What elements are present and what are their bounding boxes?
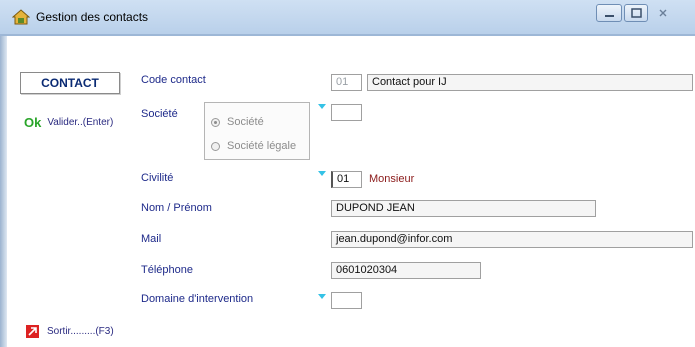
telephone-field[interactable]: 0601020304 (331, 262, 481, 279)
civilite-label: Civilité (141, 172, 174, 184)
radio-societe[interactable]: Société (211, 116, 264, 128)
maximize-icon (631, 8, 642, 18)
exit-label: Sortir.........(F3) (47, 326, 114, 337)
mail-field[interactable]: jean.dupond@infor.com (331, 231, 693, 248)
radio-societe-label: Société (227, 116, 264, 128)
radio-unselected-icon (211, 141, 220, 151)
nom-prenom-field[interactable]: DUPOND JEAN (331, 200, 596, 217)
validate-label: Valider..(Enter) (47, 117, 114, 128)
window-title: Gestion des contacts (36, 10, 149, 24)
domaine-label: Domaine d'intervention (141, 293, 254, 305)
domaine-code-field[interactable] (331, 292, 362, 309)
radio-societe-legale[interactable]: Société légale (211, 140, 296, 152)
societe-dropdown-arrow-icon[interactable] (318, 104, 326, 109)
ok-icon: Ok (24, 115, 42, 130)
mail-label: Mail (141, 233, 162, 245)
civilite-code-field[interactable]: 01 (331, 171, 362, 188)
code-contact-value-field[interactable]: Contact pour IJ (367, 74, 693, 91)
radio-societe-legale-label: Société légale (227, 140, 297, 152)
radio-selected-icon (211, 117, 220, 127)
section-header-contact: CONTACT (20, 72, 120, 94)
civilite-value: Monsieur (369, 173, 415, 185)
telephone-label: Téléphone (141, 264, 193, 276)
minimize-icon (605, 15, 614, 17)
code-contact-code-field[interactable]: 01 (331, 74, 362, 91)
nom-prenom-label: Nom / Prénom (141, 202, 212, 214)
maximize-button[interactable] (624, 4, 648, 22)
window-left-edge (0, 36, 7, 347)
app-icon (12, 9, 30, 25)
societe-code-field[interactable] (331, 104, 362, 121)
exit-button[interactable]: Sortir.........(F3) (26, 325, 114, 338)
close-icon[interactable] (652, 6, 676, 22)
societe-label: Société (141, 108, 178, 120)
validate-button[interactable]: Ok Valider..(Enter) (24, 115, 113, 130)
code-contact-label: Code contact (141, 74, 206, 86)
minimize-button[interactable] (596, 4, 622, 22)
domaine-dropdown-arrow-icon[interactable] (318, 294, 326, 299)
societe-radio-group: Société Société légale (204, 102, 310, 160)
title-bar-border (0, 34, 695, 36)
civilite-dropdown-arrow-icon[interactable] (318, 171, 326, 176)
exit-icon (26, 325, 39, 338)
